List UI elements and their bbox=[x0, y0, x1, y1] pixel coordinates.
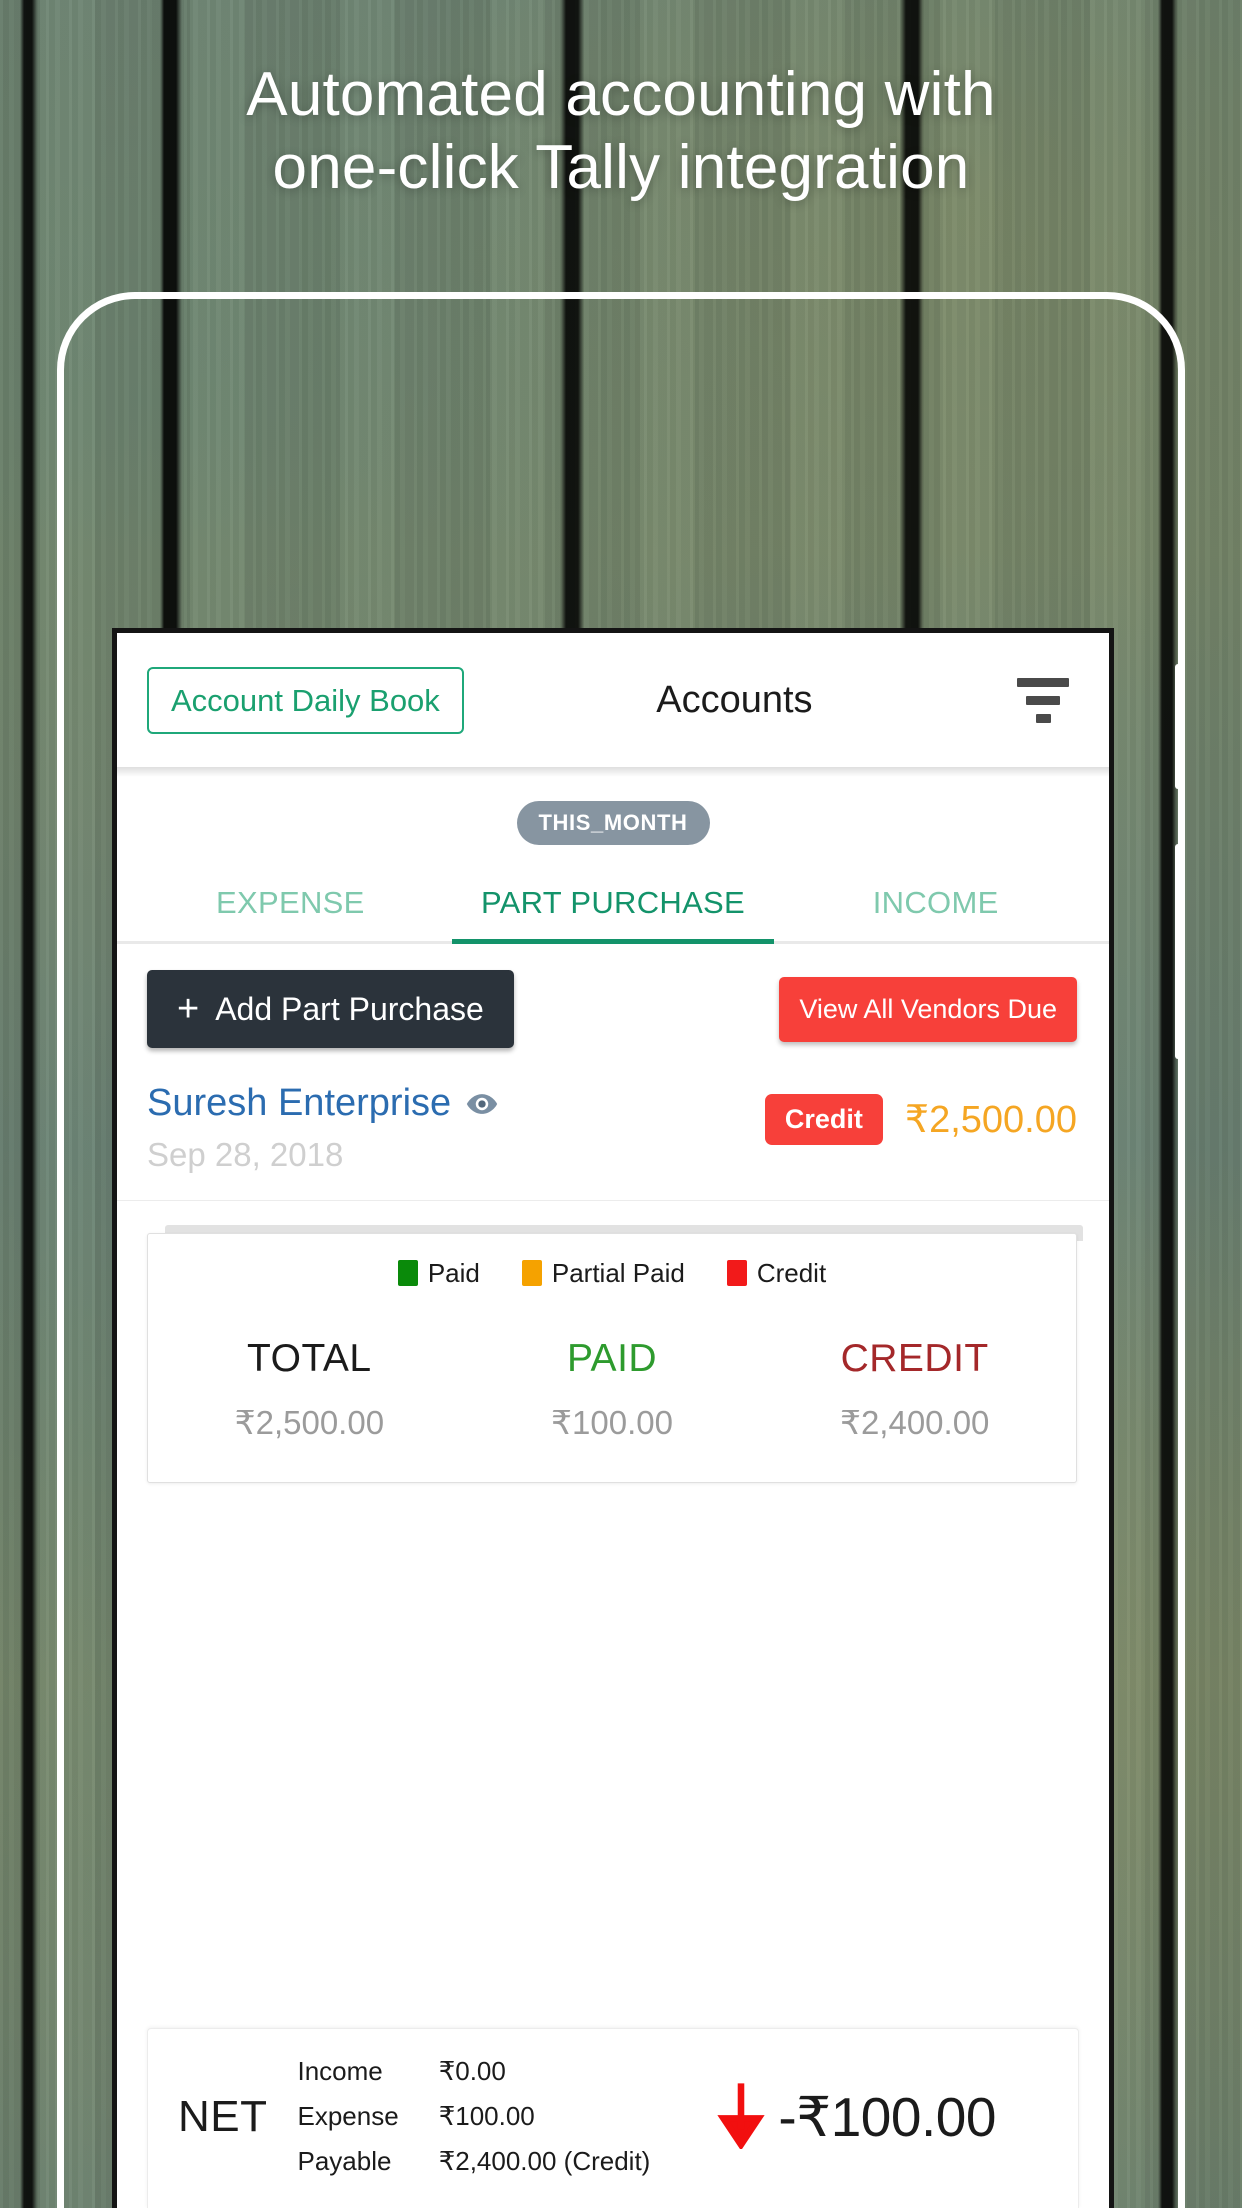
action-row: + Add Part Purchase View All Vendors Due bbox=[117, 944, 1109, 1048]
promo-stage: Automated accounting with one-click Tall… bbox=[0, 0, 1242, 2208]
legend-label-credit: Credit bbox=[756, 1257, 827, 1288]
legend-item-paid: Paid bbox=[397, 1257, 480, 1289]
net-value-payable: ₹2,400.00 (Credit) bbox=[438, 2146, 651, 2176]
legend-item-credit: Credit bbox=[726, 1257, 827, 1289]
net-total-row: -₹100.00 bbox=[656, 2079, 1054, 2154]
total-column-paid: PAID ₹100.00 bbox=[461, 1337, 764, 1442]
tab-income[interactable]: INCOME bbox=[774, 871, 1097, 941]
ledger-left: Suresh Enterprise Sep 28, 2018 bbox=[147, 1082, 765, 1174]
net-key-expense: Expense bbox=[297, 2101, 399, 2131]
app-bar: Account Daily Book Accounts bbox=[117, 633, 1109, 767]
net-key-income: Income bbox=[297, 2056, 383, 2086]
account-daily-book-button[interactable]: Account Daily Book bbox=[147, 666, 464, 734]
net-summary-card: NET Income ₹0.00 Expense ₹100.00 Payable… bbox=[147, 2028, 1079, 2208]
filter-icon[interactable] bbox=[1015, 672, 1071, 728]
app-bar-divider bbox=[117, 767, 1109, 777]
legend-label-paid: Paid bbox=[427, 1257, 480, 1288]
status-badge: Credit bbox=[764, 1094, 883, 1145]
phone-power-button bbox=[1175, 844, 1185, 1059]
net-label: NET bbox=[178, 2091, 268, 2141]
app-screen: Account Daily Book Accounts THIS_MONTH E… bbox=[112, 628, 1114, 2208]
tab-bar: EXPENSE PART PURCHASE INCOME bbox=[117, 871, 1109, 944]
total-value-total: ₹2,500.00 bbox=[234, 1403, 385, 1441]
net-value-income: ₹0.00 bbox=[438, 2056, 506, 2086]
view-all-vendors-due-button[interactable]: View All Vendors Due bbox=[779, 976, 1077, 1042]
total-value-credit: ₹2,400.00 bbox=[839, 1403, 990, 1441]
arrow-down-icon bbox=[714, 2079, 768, 2154]
total-column-total: TOTAL ₹2,500.00 bbox=[158, 1337, 461, 1442]
legend-swatch-paid bbox=[397, 1260, 418, 1287]
legend: Paid Partial Paid Credit bbox=[158, 1258, 1066, 1289]
plus-icon: + bbox=[177, 988, 200, 1030]
tab-expense[interactable]: EXPENSE bbox=[129, 871, 452, 941]
phone-volume-button bbox=[1175, 664, 1185, 789]
ledger-date: Sep 28, 2018 bbox=[147, 1135, 344, 1173]
total-header-credit: CREDIT bbox=[840, 1336, 989, 1380]
totals-row: TOTAL ₹2,500.00 PAID ₹100.00 CREDIT ₹2,4… bbox=[158, 1337, 1066, 1442]
ledger-right: Credit ₹2,500.00 bbox=[764, 1082, 1077, 1145]
list-item[interactable]: Suresh Enterprise Sep 28, 2018 Credit ₹2… bbox=[117, 1048, 1109, 1201]
total-column-credit: CREDIT ₹2,400.00 bbox=[763, 1337, 1066, 1442]
net-key-payable: Payable bbox=[297, 2146, 392, 2176]
net-table: Income ₹0.00 Expense ₹100.00 Payable ₹2,… bbox=[298, 2056, 651, 2177]
tab-part-purchase[interactable]: PART PURCHASE bbox=[451, 871, 775, 944]
total-value-paid: ₹100.00 bbox=[551, 1403, 673, 1441]
vendor-name: Suresh Enterprise bbox=[147, 1082, 452, 1124]
net-total-amount: -₹100.00 bbox=[778, 2085, 996, 2148]
total-header-paid: PAID bbox=[566, 1336, 658, 1380]
ledger-amount: ₹2,500.00 bbox=[904, 1099, 1077, 1141]
period-chip[interactable]: THIS_MONTH bbox=[516, 801, 710, 845]
summary-card-wrap: Paid Partial Paid Credit TOTAL ₹2,500.00 bbox=[147, 1224, 1083, 1483]
legend-swatch-partial-paid bbox=[521, 1260, 542, 1287]
legend-item-partial-paid: Partial Paid bbox=[521, 1257, 685, 1289]
legend-label-partial-paid: Partial Paid bbox=[551, 1257, 685, 1288]
add-part-purchase-button[interactable]: + Add Part Purchase bbox=[147, 970, 514, 1048]
add-part-purchase-label: Add Part Purchase bbox=[215, 991, 484, 1027]
vendor-name-row[interactable]: Suresh Enterprise bbox=[147, 1082, 765, 1126]
net-value-expense: ₹100.00 bbox=[438, 2101, 535, 2131]
page-title: Accounts bbox=[656, 678, 813, 721]
eye-icon[interactable] bbox=[465, 1087, 499, 1121]
period-row: THIS_MONTH bbox=[117, 801, 1109, 845]
promo-headline: Automated accounting with one-click Tall… bbox=[246, 60, 996, 203]
legend-swatch-credit bbox=[726, 1260, 747, 1287]
summary-card: Paid Partial Paid Credit TOTAL ₹2,500.00 bbox=[147, 1232, 1077, 1483]
total-header-total: TOTAL bbox=[247, 1336, 372, 1380]
